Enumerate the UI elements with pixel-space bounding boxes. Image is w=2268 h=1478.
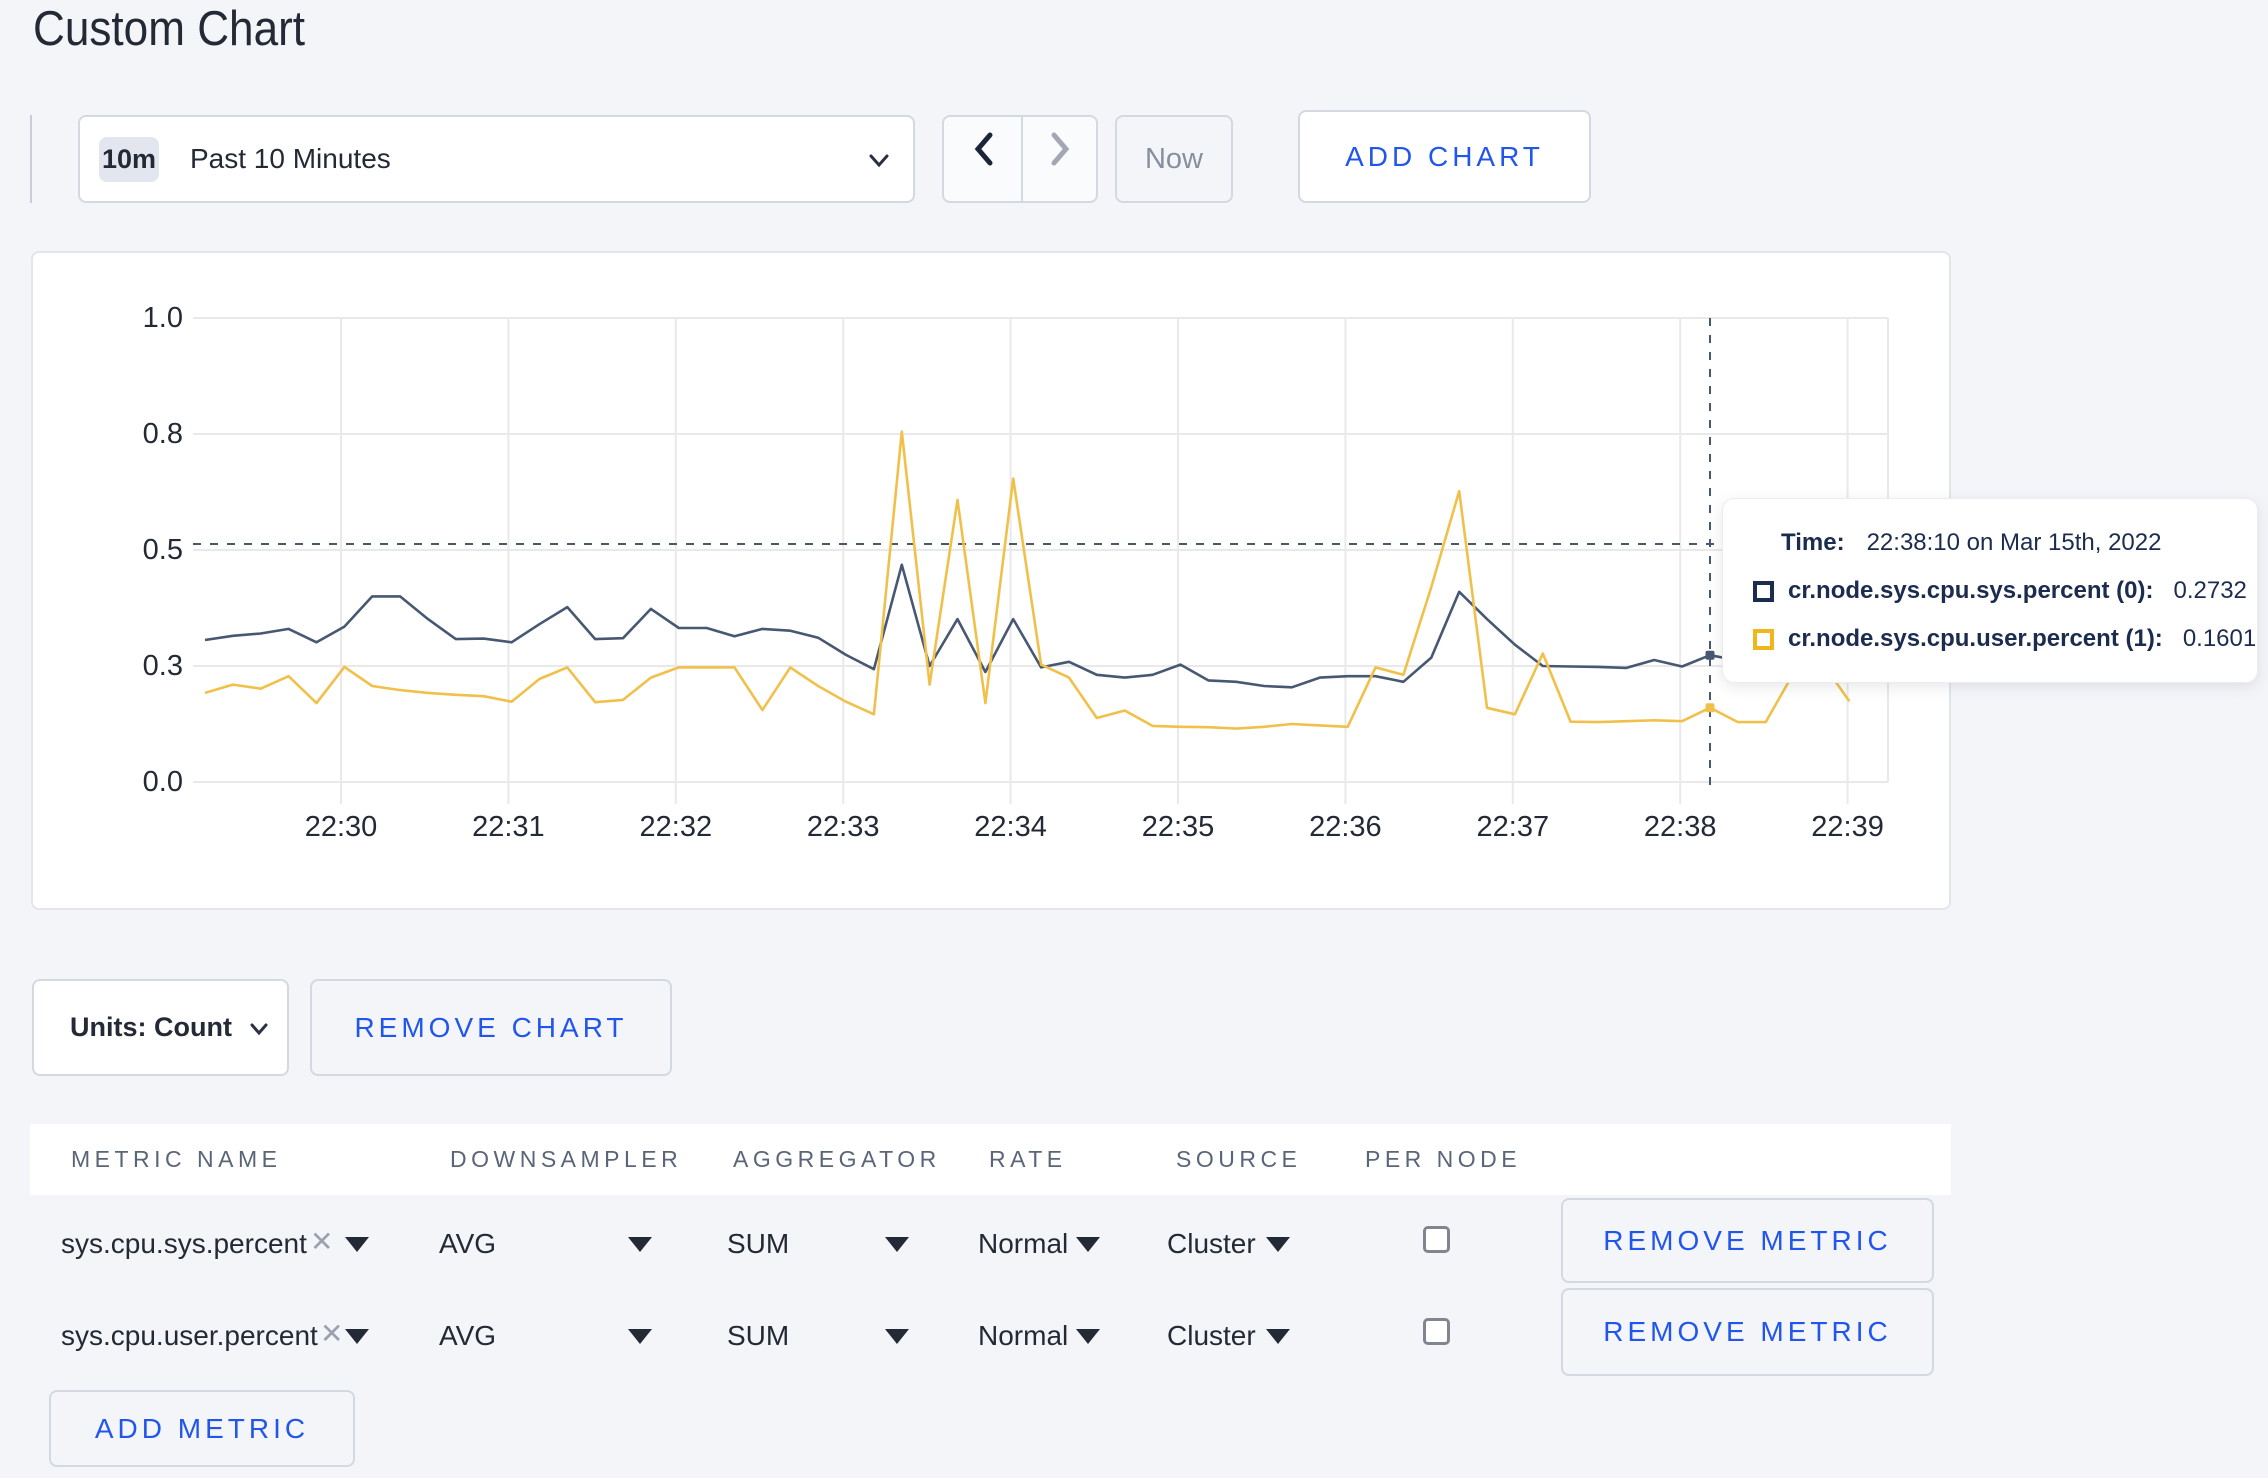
svg-text:22:32: 22:32 bbox=[640, 811, 713, 843]
svg-text:0.5: 0.5 bbox=[143, 534, 183, 566]
svg-text:0.8: 0.8 bbox=[143, 418, 183, 450]
svg-text:1.0: 1.0 bbox=[143, 302, 183, 334]
svg-text:22:36: 22:36 bbox=[1309, 811, 1382, 843]
svg-text:22:33: 22:33 bbox=[807, 811, 880, 843]
svg-text:22:35: 22:35 bbox=[1142, 811, 1215, 843]
svg-text:22:39: 22:39 bbox=[1811, 811, 1884, 843]
svg-text:0.0: 0.0 bbox=[143, 766, 183, 798]
svg-text:22:37: 22:37 bbox=[1477, 811, 1550, 843]
svg-text:0.3: 0.3 bbox=[143, 650, 183, 682]
svg-text:22:30: 22:30 bbox=[305, 811, 378, 843]
svg-text:22:31: 22:31 bbox=[472, 811, 545, 843]
svg-text:22:34: 22:34 bbox=[974, 811, 1047, 843]
svg-text:22:38: 22:38 bbox=[1644, 811, 1717, 843]
